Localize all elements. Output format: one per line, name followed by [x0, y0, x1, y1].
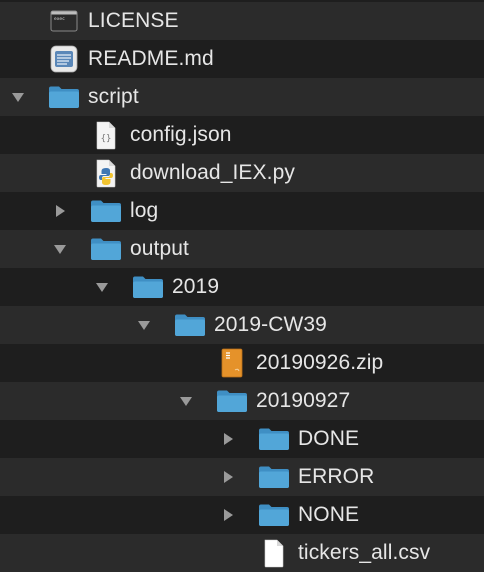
- folder-icon: [258, 464, 290, 490]
- file-row-download-iex-py[interactable]: download_IEX.py: [0, 154, 484, 192]
- file-row-license[interactable]: exec LICENSE: [0, 2, 484, 40]
- item-label: README.md: [88, 47, 214, 70]
- file-tree: exec LICENSE README.md script {} config.json d…: [0, 0, 484, 572]
- file-row-20190926-zip[interactable]: 20190926.zip: [0, 344, 484, 382]
- item-label: config.json: [130, 123, 232, 146]
- markdown-document-icon: [48, 45, 80, 73]
- folder-row-2019-cw39[interactable]: 2019-CW39: [0, 306, 484, 344]
- folder-icon: [258, 502, 290, 528]
- folder-icon: [174, 312, 206, 338]
- disclosure-expanded-icon[interactable]: [134, 306, 154, 344]
- disclosure-collapsed-icon[interactable]: [218, 420, 238, 458]
- file-row-readme-md[interactable]: README.md: [0, 40, 484, 78]
- folder-row-2019[interactable]: 2019: [0, 268, 484, 306]
- item-label: 2019-CW39: [214, 313, 327, 336]
- disclosure-expanded-icon[interactable]: [176, 382, 196, 420]
- item-label: tickers_all.csv: [298, 541, 431, 564]
- item-label: NONE: [298, 503, 360, 526]
- folder-icon: [132, 274, 164, 300]
- folder-row-script[interactable]: script: [0, 78, 484, 116]
- disclosure-expanded-icon[interactable]: [92, 268, 112, 306]
- folder-row-20190927[interactable]: 20190927: [0, 382, 484, 420]
- zip-archive-icon: [216, 348, 248, 378]
- folder-row-output[interactable]: output: [0, 230, 484, 268]
- file-row-config-json[interactable]: {} config.json: [0, 116, 484, 154]
- item-label: download_IEX.py: [130, 161, 295, 184]
- svg-text:exec: exec: [54, 17, 65, 22]
- disclosure-collapsed-icon[interactable]: [218, 496, 238, 534]
- disclosure-expanded-icon[interactable]: [50, 230, 70, 268]
- item-label: ERROR: [298, 465, 375, 488]
- folder-icon: [90, 198, 122, 224]
- item-label: output: [130, 237, 189, 260]
- disclosure-collapsed-icon[interactable]: [218, 458, 238, 496]
- svg-text:{}: {}: [101, 134, 112, 144]
- json-document-icon: {}: [90, 121, 122, 149]
- item-label: 20190927: [256, 389, 351, 412]
- folder-icon: [48, 84, 80, 110]
- item-label: 2019: [172, 275, 220, 298]
- folder-icon: [216, 388, 248, 414]
- disclosure-collapsed-icon[interactable]: [50, 192, 70, 230]
- item-label: log: [130, 199, 159, 222]
- csv-document-icon: [258, 539, 290, 567]
- file-row-tickers-all-csv[interactable]: tickers_all.csv: [0, 534, 484, 572]
- folder-icon: [258, 426, 290, 452]
- item-label: LICENSE: [88, 9, 179, 32]
- item-label: 20190926.zip: [256, 351, 384, 374]
- folder-row-error[interactable]: ERROR: [0, 458, 484, 496]
- folder-row-none[interactable]: NONE: [0, 496, 484, 534]
- folder-row-done[interactable]: DONE: [0, 420, 484, 458]
- folder-row-log[interactable]: log: [0, 192, 484, 230]
- item-label: DONE: [298, 427, 360, 450]
- exec-document-icon: exec: [48, 8, 80, 34]
- item-label: script: [88, 85, 139, 108]
- python-document-icon: [90, 159, 122, 187]
- disclosure-expanded-icon[interactable]: [8, 78, 28, 116]
- folder-icon: [90, 236, 122, 262]
